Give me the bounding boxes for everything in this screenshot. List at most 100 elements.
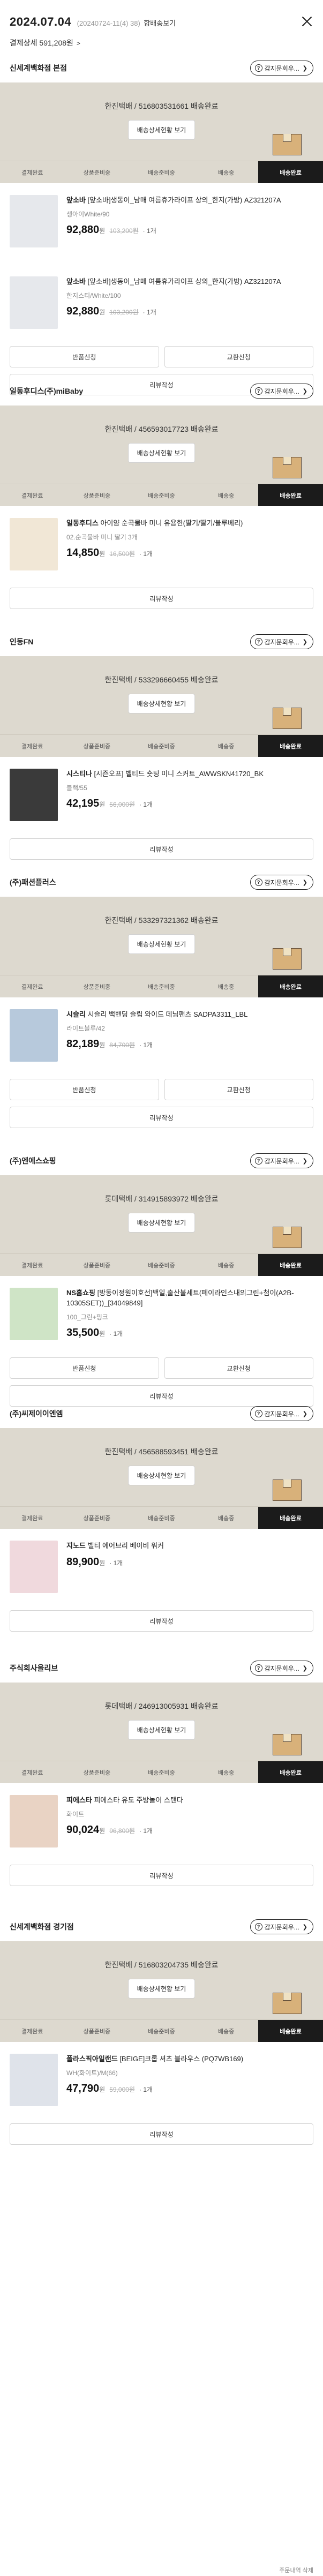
original-price: 56,000원 — [109, 801, 135, 808]
chevron-right-icon: ❯ — [302, 1665, 307, 1672]
product-brand: 앞소바 — [66, 196, 86, 204]
delivery-step: 상품준비중 — [83, 1515, 111, 1522]
product-image[interactable] — [10, 1541, 58, 1593]
delivery-status-panel: 한진택배 / 516803204735 배송완료 배송상세현황 보기 결제완료 상품준… — [0, 1941, 323, 2042]
product-option: 생아이White/90 — [66, 211, 110, 218]
question-icon: ? — [254, 878, 262, 886]
order-item[interactable]: 앞소바 [앞소바]생동이_남매 여름휴가라이프 상의_한지(가방) AZ3212… — [0, 265, 323, 346]
delivery-step: 결제완료 — [21, 983, 43, 990]
delivery-step: 배송완료 — [258, 975, 323, 997]
write-review-button[interactable]: 리뷰작성 — [10, 1865, 313, 1886]
return-request-button[interactable]: 반품신청 — [10, 1079, 159, 1100]
product-image[interactable] — [10, 1795, 58, 1847]
close-icon[interactable] — [301, 15, 313, 28]
order-item[interactable]: NS홈쇼핑 [방동이정원이호선]백일,출산불세트(페이라인스내의그린+첨이(A2… — [0, 1276, 323, 1357]
inquiry-button[interactable]: ? 감지문회우... ❯ — [250, 384, 313, 399]
delivery-step: 배송완료 — [258, 484, 323, 506]
exchange-request-button[interactable]: 교환신청 — [164, 1079, 313, 1100]
delivery-status-panel: 한진택배 / 456588593451 배송완료배송상세현황 보기결제완료 상품준… — [0, 1428, 323, 1529]
tracking-status: 롯데택배 / 246913005931 배송완료 — [104, 1702, 219, 1710]
tracking-detail-button[interactable]: 배송상세현황 보기 — [127, 1466, 196, 1485]
inquiry-button[interactable]: ? 감지문회우... ❯ — [250, 875, 313, 890]
package-box-icon — [273, 1479, 302, 1501]
product-option: 블랙/55 — [66, 784, 87, 792]
tracking-detail-button[interactable]: 배송상세현황 보기 — [127, 120, 196, 140]
store-name: 인동FN — [10, 637, 34, 646]
product-image[interactable] — [10, 769, 58, 821]
inquiry-button[interactable]: ? 감지문회우... ❯ — [250, 1919, 313, 1934]
product-quantity: 1개 — [143, 1827, 153, 1835]
tracking-detail-button[interactable]: 배송상세현황 보기 — [127, 1979, 196, 1999]
chevron-right-icon: ❯ — [302, 65, 307, 72]
write-review-button[interactable]: 리뷰작성 — [10, 838, 313, 860]
delivery-step: 결제완료 — [21, 169, 43, 176]
delivery-step: 배송완료 — [258, 735, 323, 757]
product-image[interactable] — [10, 2054, 58, 2106]
delivery-steps: 결제완료 상품준비중 배송준비중 배송중 배송완료 — [0, 1506, 323, 1529]
product-image[interactable] — [10, 1288, 58, 1340]
store-name: (주)씨제이이엔엠 — [10, 1409, 63, 1418]
product-option: 02.순곡물바 미니 딸기 3개 — [66, 534, 138, 541]
delivery-step: 상품준비중 — [83, 492, 111, 499]
inquiry-label: 감지문회우... — [264, 64, 299, 72]
order-group: 신세계백화점 본점? 감지문회우... ❯ 한진택배 / 516803531661 배… — [0, 54, 323, 402]
order-item[interactable]: 피에스타 피에스타 유도 주방놀이 스탠다 화이트 90,024원 96,800원 · … — [0, 1783, 323, 1865]
return-request-button[interactable]: 반품신청 — [10, 1357, 159, 1379]
tracking-detail-button[interactable]: 배송상세현황 보기 — [127, 934, 196, 954]
order-item[interactable]: 일동후디스 아이얌 순곡물바 미니 유용한(딸기/딸기/블루베리) 02.순곡물바… — [0, 506, 323, 588]
order-group: (주)엔에스쇼핑? 감지문회우... ❯ 롯데택배 / 314915893972 배송… — [0, 1146, 323, 1413]
order-item[interactable]: 지노드 벨티 에어브리 베이비 워커 89,900원 · 1개 — [0, 1529, 323, 1610]
tracking-status: 한진택배 / 456593017723 배송완료 — [104, 425, 219, 433]
delivery-step: 결제완료 — [21, 743, 43, 750]
order-item[interactable]: 앞소바 [앞소바]생동이_남매 여름휴가라이프 상의_한지(가방) AZ3212… — [0, 183, 323, 265]
delivery-step: 상품준비중 — [83, 1262, 111, 1269]
delivery-step: 배송완료 — [258, 1761, 323, 1783]
write-review-button[interactable]: 리뷰작성 — [10, 1107, 313, 1128]
inquiry-label: 감지문회우... — [264, 878, 299, 887]
delete-order-link[interactable]: 주문내역 삭제 — [279, 2566, 313, 2574]
inquiry-button[interactable]: ? 감지문회우... ❯ — [250, 1153, 313, 1168]
tracking-detail-button[interactable]: 배송상세현황 보기 — [127, 443, 196, 463]
inquiry-button[interactable]: ? 감지문회우... ❯ — [250, 1406, 313, 1421]
delivery-step: 배송완료 — [258, 161, 323, 183]
delivery-status-panel: 한진택배 / 533296660455 배송완료 배송상세현황 보기 결제완료 상품준… — [0, 656, 323, 757]
write-review-button[interactable]: 리뷰작성 — [10, 588, 313, 609]
return-request-button[interactable]: 반품신청 — [10, 346, 159, 367]
inquiry-button[interactable]: ? 감지문회우... ❯ — [250, 61, 313, 76]
delivery-step: 결제완료 — [21, 1515, 43, 1522]
combined-shipping-link[interactable]: 합배송보기 — [144, 19, 176, 27]
product-quantity: 1개 — [143, 2086, 153, 2093]
product-image[interactable] — [10, 1009, 58, 1062]
currency-unit: 원 — [99, 1330, 106, 1338]
delivery-status-panel: 롯데택배 / 246913005931 배송완료 배송상세현황 보기 결제완료 상품준… — [0, 1683, 323, 1783]
delivery-steps: 결제완료 상품준비중 배송준비중 배송중 배송완료 — [0, 1253, 323, 1276]
inquiry-button[interactable]: ? 감지문회우... ❯ — [250, 1661, 313, 1676]
tracking-detail-button[interactable]: 배송상세현황 보기 — [127, 1213, 196, 1233]
product-brand: 피에스타 — [66, 1796, 92, 1804]
tracking-status: 한진택배 / 456588593451 배송완료 — [104, 1447, 219, 1456]
chevron-right-icon: ❯ — [302, 1924, 307, 1931]
write-review-button[interactable]: 리뷰작성 — [10, 2123, 313, 2145]
exchange-request-button[interactable]: 교환신청 — [164, 1357, 313, 1379]
original-price: 103,200원 — [109, 227, 139, 235]
exchange-request-button[interactable]: 교환신청 — [164, 346, 313, 367]
tracking-detail-button[interactable]: 배송상세현황 보기 — [127, 1720, 196, 1740]
order-item[interactable]: 시스티나 [시즌오프] 벨티드 숏팅 미니 스커트_AWWSKN41720_BK… — [0, 757, 323, 838]
store-header: (주)엔에스쇼핑? 감지문회우... ❯ — [0, 1146, 323, 1175]
payment-detail-link[interactable]: 결제상세 591,208원 > — [0, 37, 323, 54]
tracking-detail-button[interactable]: 배송상세현황 보기 — [127, 694, 196, 714]
product-image[interactable] — [10, 195, 58, 247]
inquiry-button[interactable]: ? 감지문회우... ❯ — [250, 634, 313, 649]
currency-unit: 원 — [99, 227, 106, 235]
chevron-right-icon: ❯ — [302, 639, 307, 645]
order-item[interactable]: 시슬리 시슬리 백밴딩 슬림 와이드 데님팬츠 SADPA3311_LBL 라이트… — [0, 997, 323, 1079]
order-item[interactable]: 폴라스픽아일랜드 [BEIGE]크롭 셔츠 블라우스 (PQ7WB169) WH(… — [0, 2042, 323, 2123]
original-price: 59,000원 — [109, 2086, 135, 2093]
delivery-step: 배송준비중 — [148, 1515, 175, 1522]
product-image[interactable] — [10, 276, 58, 329]
write-review-button[interactable]: 리뷰작성 — [10, 1610, 313, 1632]
delivery-steps: 결제완료 상품준비중 배송준비중 배송중 배송완료 — [0, 2019, 323, 2042]
product-image[interactable] — [10, 518, 58, 570]
product-quantity: 1개 — [146, 227, 156, 235]
currency-unit: 원 — [99, 1041, 106, 1049]
